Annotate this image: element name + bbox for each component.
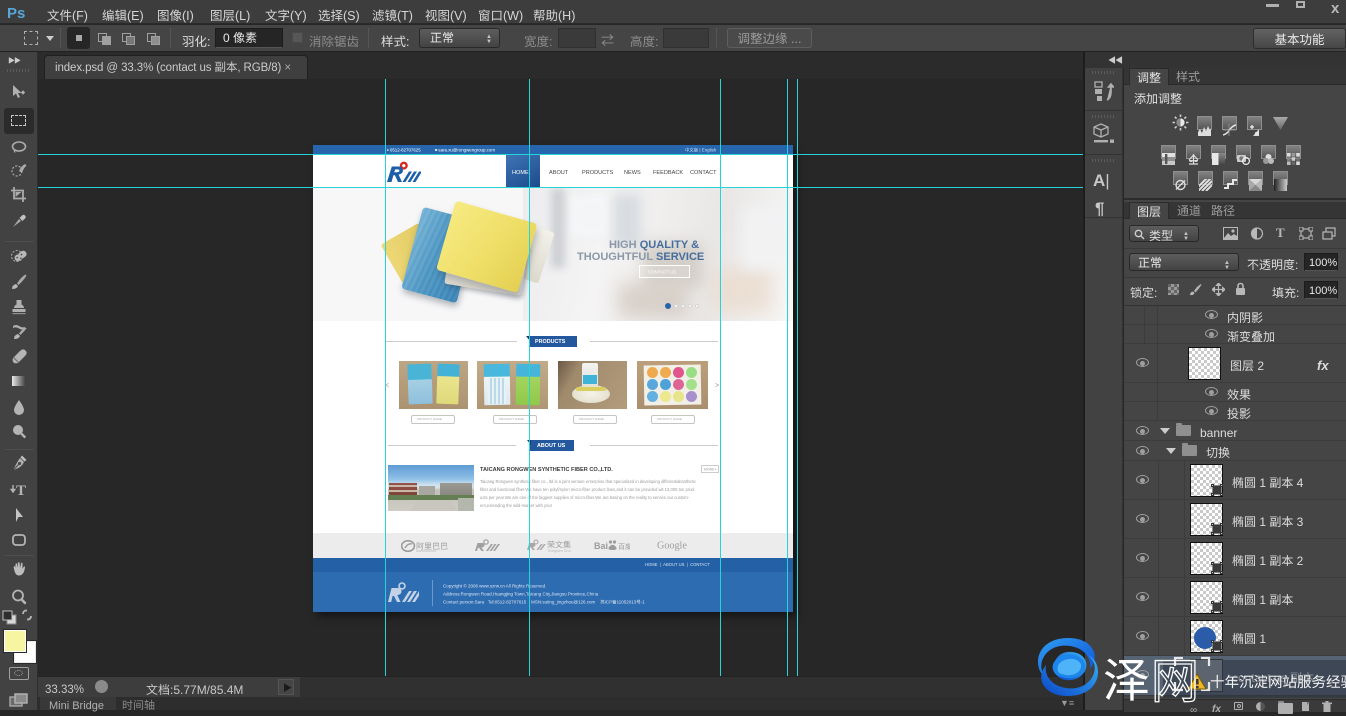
svg-text:Rongwen Group: Rongwen Group xyxy=(548,549,571,553)
svg-text:阿里巴巴: 阿里巴巴 xyxy=(416,541,448,552)
svg-text:T: T xyxy=(16,483,26,499)
svg-text:百度: 百度 xyxy=(618,542,630,552)
svg-text:Bai: Bai xyxy=(594,539,608,552)
